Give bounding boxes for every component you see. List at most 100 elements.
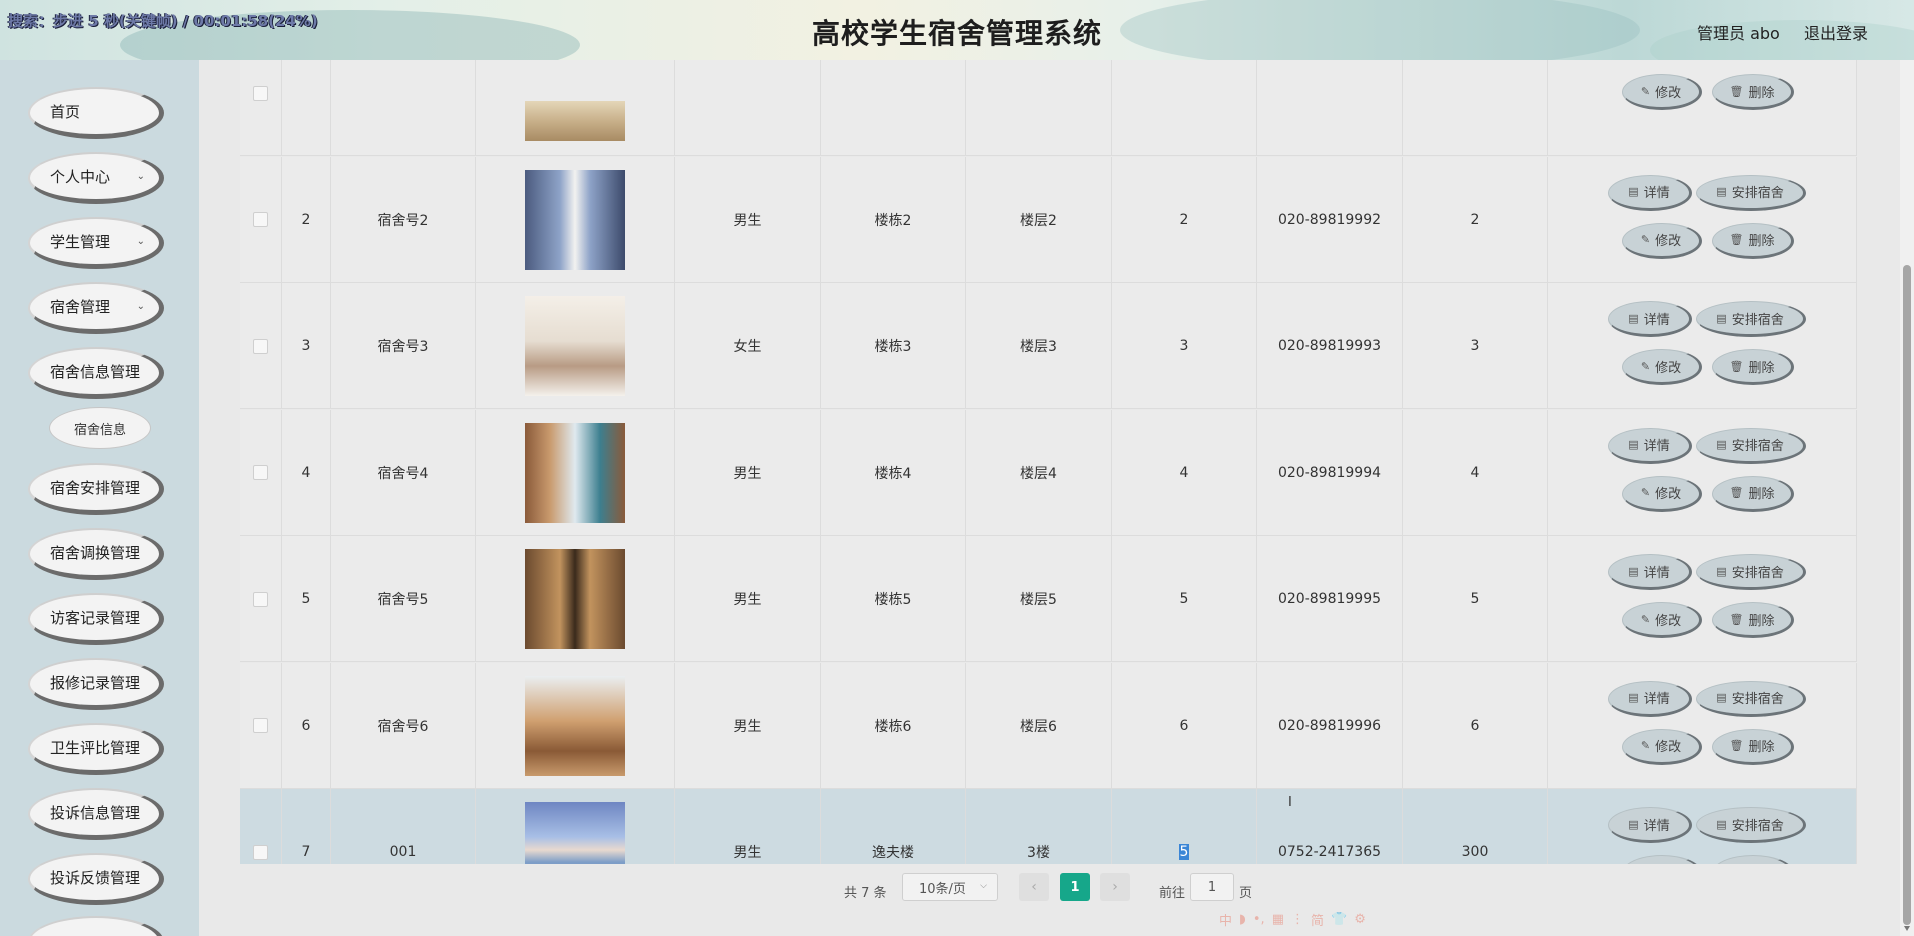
assign-dorm-button[interactable]: ▤ 安排宿舍 bbox=[1696, 174, 1806, 211]
dorm-photo[interactable] bbox=[525, 101, 625, 141]
sidebar-item-repairs[interactable]: 报修记录管理 bbox=[28, 658, 164, 710]
ime-toolbar-icon[interactable]: ▦ bbox=[1272, 912, 1284, 927]
sidebar-item-more[interactable] bbox=[28, 916, 164, 936]
dorm-photo[interactable] bbox=[525, 675, 625, 776]
detail-button[interactable]: ▤ 详情 bbox=[1608, 807, 1692, 843]
sidebar-item-dorms[interactable]: 宿舍管理 ⌄ bbox=[28, 282, 164, 334]
dorm-photo[interactable] bbox=[525, 549, 625, 649]
row-checkbox[interactable] bbox=[253, 465, 268, 480]
table-cell-index: 6 bbox=[282, 662, 331, 789]
next-page-button[interactable]: › bbox=[1100, 873, 1130, 901]
table-cell-building: 楼栋3 bbox=[821, 283, 966, 409]
edit-button[interactable]: ✎修改 bbox=[1622, 602, 1702, 638]
edit-button[interactable]: ✎修改 bbox=[1622, 222, 1702, 259]
ime-toolbar-icon[interactable]: ⋮ bbox=[1291, 912, 1304, 927]
action-label: 详情 bbox=[1643, 818, 1670, 834]
detail-button[interactable]: ▤ 详情 bbox=[1608, 427, 1692, 464]
ime-toolbar-icon[interactable]: •, bbox=[1253, 912, 1265, 927]
table-row[interactable]: 6 宿舍号6 男生 楼栋6 楼层6 6 020-89819996 6 ▤ 详情 ▤ 安排宿舍 ✎ 修改 🗑 删… bbox=[240, 662, 1857, 789]
ime-toolbar-icon[interactable]: ⚙ bbox=[1354, 912, 1366, 927]
row-checkbox[interactable] bbox=[253, 85, 268, 101]
scrollbar-thumb[interactable] bbox=[1903, 265, 1911, 925]
ime-toolbar-icon[interactable]: ◗ bbox=[1239, 912, 1246, 927]
sidebar-item-label: 报修记录管理 bbox=[50, 674, 141, 692]
sidebar-item-complaints[interactable]: 投诉信息管理 bbox=[28, 788, 164, 840]
action-label: 安排宿舍 bbox=[1731, 439, 1784, 454]
cell-text: 楼栋2 bbox=[874, 212, 912, 229]
document-icon: ▤ bbox=[1628, 438, 1639, 451]
row-checkbox[interactable] bbox=[253, 591, 268, 607]
action-label: 删除 bbox=[1748, 613, 1775, 629]
table-cell-index: 4 bbox=[282, 409, 331, 536]
assign-dorm-button[interactable]: ▤ 安排宿舍 bbox=[1696, 554, 1806, 590]
page-scrollbar[interactable] bbox=[1900, 60, 1914, 936]
table-row[interactable]: 2 宿舍号2 男生 楼栋2 楼层2 2 020-89819992 2 ▤ 详情 ▤ 安排宿舍 ✎ 修改 🗑 删… bbox=[240, 156, 1857, 283]
sidebar-item-profile[interactable]: 个人中心 ⌄ bbox=[28, 152, 164, 204]
trash-icon: 🗑 bbox=[1729, 84, 1744, 98]
delete-button[interactable]: 🗑删除 bbox=[1712, 475, 1794, 512]
table-row[interactable]: 7 001 男生 逸夫楼 3楼 5 0752-2417365 300 ▤ 详情 ▤ 安排宿舍 ✎修改 🗑删… bbox=[240, 789, 1857, 864]
assign-dorm-button[interactable]: ▤ 安排宿舍 bbox=[1696, 807, 1806, 843]
ime-toolbar-icon[interactable]: 简 bbox=[1311, 910, 1324, 929]
ime-toolbar-icon[interactable]: 👕 bbox=[1331, 912, 1347, 927]
sidebar-subitem-dorm-info[interactable]: 宿舍信息 bbox=[49, 407, 151, 449]
action-label: 安排宿舍 bbox=[1731, 692, 1784, 707]
table-cell-actions: ▤ 详情 ▤ 安排宿舍 ✎ 修改 🗑 删除 bbox=[1548, 156, 1857, 283]
pencil-icon: ✎ bbox=[1640, 739, 1651, 752]
table-row[interactable]: 5 宿舍号5 男生 楼栋5 楼层5 5 020-89819995 5 ▤ 详情 ▤ 安排宿舍 ✎ 修改 🗑 删… bbox=[240, 536, 1857, 662]
table-row[interactable]: 4 宿舍号4 男生 楼栋4 楼层4 4 020-89819994 4 ▤ 详情 ▤ 安排宿舍 ✎ 修改 🗑 删… bbox=[240, 409, 1857, 536]
sidebar-item-visitors[interactable]: 访客记录管理 bbox=[28, 593, 164, 645]
assign-dorm-button[interactable]: ▤ 安排宿舍 bbox=[1696, 427, 1806, 464]
sidebar-item-dorm-assign[interactable]: 宿舍安排管理 bbox=[28, 463, 164, 515]
table-cell-check bbox=[240, 789, 282, 864]
sidebar-item-home[interactable]: 首页 bbox=[28, 87, 164, 139]
sidebar-item-dorm-info-mgmt[interactable]: 宿舍信息管理 bbox=[28, 347, 164, 399]
edit-button[interactable]: ✎修改 bbox=[1622, 475, 1702, 512]
sidebar-item-dorm-swap[interactable]: 宿舍调换管理 bbox=[28, 528, 164, 580]
sidebar-item-hygiene[interactable]: 卫生评比管理 bbox=[28, 723, 164, 775]
table-cell-building: 逸夫楼 bbox=[821, 789, 966, 864]
table-row[interactable]: ▤详情▤安排宿舍✎修改🗑删除 bbox=[240, 60, 1857, 156]
table-cell-gender bbox=[675, 60, 821, 156]
dorm-photo[interactable] bbox=[525, 802, 625, 864]
detail-button[interactable]: ▤ 详情 bbox=[1608, 680, 1692, 717]
dorm-photo[interactable] bbox=[525, 422, 625, 523]
pencil-icon: ✎ bbox=[1640, 486, 1651, 499]
assign-dorm-button[interactable]: ▤ 安排宿舍 bbox=[1696, 301, 1806, 337]
table-cell-building: 楼栋6 bbox=[821, 662, 966, 789]
edit-button[interactable]: ✎修改 bbox=[1622, 728, 1702, 765]
row-checkbox[interactable] bbox=[253, 844, 268, 860]
delete-button[interactable]: 🗑删除 bbox=[1712, 222, 1794, 259]
delete-button[interactable]: 🗑删除 bbox=[1712, 602, 1794, 638]
sidebar-item-label: 卫生评比管理 bbox=[50, 739, 141, 757]
goto-page-input[interactable] bbox=[1190, 873, 1234, 901]
table-row[interactable]: 3 宿舍号3 女生 楼栋3 楼层3 3 020-89819993 3 ▤ 详情 ▤ 安排宿舍 ✎ 修改 🗑 删… bbox=[240, 283, 1857, 409]
ime-toolbar-icon[interactable]: 中 bbox=[1219, 910, 1232, 929]
dorm-photo[interactable] bbox=[525, 296, 625, 396]
delete-button[interactable]: 🗑删除 bbox=[1712, 855, 1794, 864]
table-cell-check bbox=[240, 409, 282, 536]
detail-button[interactable]: ▤ 详情 bbox=[1608, 174, 1692, 211]
delete-button[interactable]: 🗑删除 bbox=[1712, 728, 1794, 765]
document-icon: ▤ bbox=[1716, 311, 1727, 325]
action-label: 删除 bbox=[1748, 487, 1775, 502]
row-checkbox[interactable] bbox=[253, 212, 268, 227]
sidebar-item-students[interactable]: 学生管理 ⌄ bbox=[28, 217, 164, 269]
edit-button[interactable]: ✎修改 bbox=[1622, 74, 1702, 110]
assign-dorm-button[interactable]: ▤ 安排宿舍 bbox=[1696, 680, 1806, 717]
row-checkbox[interactable] bbox=[253, 718, 268, 733]
delete-button[interactable]: 🗑删除 bbox=[1712, 74, 1794, 110]
edit-button[interactable]: ✎修改 bbox=[1622, 855, 1702, 864]
page-number-button[interactable]: 1 bbox=[1060, 873, 1090, 901]
scroll-down-arrow-icon[interactable] bbox=[1904, 926, 1910, 931]
edit-button[interactable]: ✎修改 bbox=[1622, 349, 1702, 385]
detail-button[interactable]: ▤ 详情 bbox=[1608, 554, 1692, 590]
prev-page-button[interactable]: ‹ bbox=[1019, 873, 1049, 901]
delete-button[interactable]: 🗑删除 bbox=[1712, 349, 1794, 385]
row-checkbox[interactable] bbox=[253, 338, 268, 354]
detail-button[interactable]: ▤ 详情 bbox=[1608, 301, 1692, 337]
dorm-photo[interactable] bbox=[525, 169, 625, 270]
page-size-select[interactable]: 10条/页 ⌵ bbox=[902, 873, 998, 901]
logout-link[interactable]: 退出登录 bbox=[1804, 20, 1868, 44]
cell-text: 楼层2 bbox=[1020, 212, 1057, 229]
